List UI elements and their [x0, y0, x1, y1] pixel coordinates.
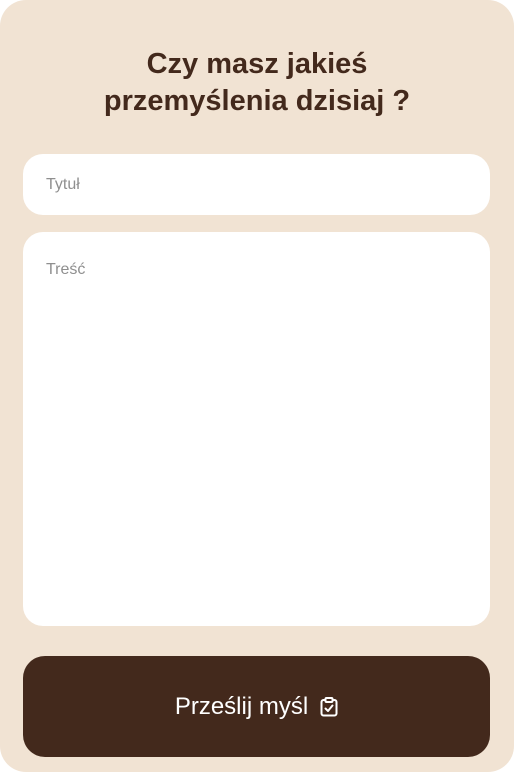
page-title: Czy masz jakieś przemyślenia dzisiaj ? — [20, 46, 494, 120]
submit-thought-button[interactable]: Prześlij myśl — [23, 656, 490, 757]
content-textarea-placeholder: Treść — [46, 261, 86, 278]
page-title-line-2: przemyślenia dzisiaj ? — [103, 85, 411, 117]
thought-form-card: Czy masz jakieś przemyślenia dzisiaj ? T… — [0, 0, 514, 772]
submit-button-label: Prześlij myśl — [174, 692, 309, 720]
page-title-line-1: Czy masz jakieś — [146, 48, 368, 80]
content-textarea[interactable]: Treść — [23, 232, 490, 626]
clipboard-check-icon — [320, 696, 338, 717]
title-input-placeholder: Tytuł — [46, 176, 80, 193]
title-input[interactable]: Tytuł — [23, 154, 490, 215]
